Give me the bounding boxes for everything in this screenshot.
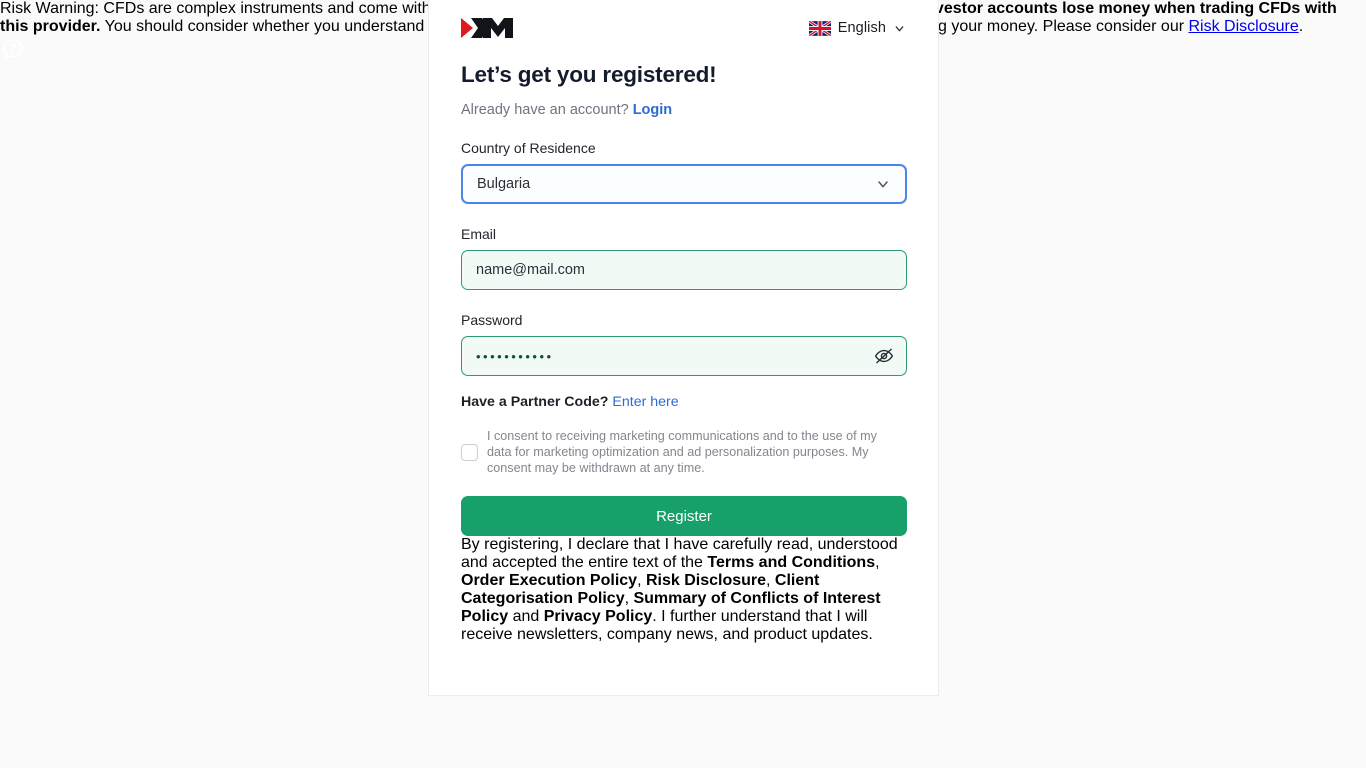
marketing-consent-label: I consent to receiving marketing communi… bbox=[487, 429, 877, 475]
legal-and: and bbox=[508, 608, 544, 625]
order-execution-policy-link[interactable]: Order Execution Policy bbox=[461, 572, 637, 589]
xm-logo[interactable] bbox=[461, 14, 525, 42]
partner-code-link[interactable]: Enter here bbox=[612, 394, 678, 410]
xm-logo-icon bbox=[461, 18, 513, 38]
partner-code-row: Have a Partner Code? Enter here bbox=[461, 394, 906, 410]
terms-and-conditions-link[interactable]: Terms and Conditions bbox=[707, 554, 875, 571]
password-label: Password bbox=[461, 312, 523, 328]
chevron-down-icon bbox=[895, 25, 904, 31]
country-selected-value: Bulgaria bbox=[477, 176, 531, 192]
question-chat-icon bbox=[2, 39, 24, 59]
password-value: ••••••••••• bbox=[476, 348, 554, 364]
marketing-consent-checkbox[interactable] bbox=[461, 443, 478, 461]
login-link[interactable]: Login bbox=[633, 102, 672, 118]
eye-off-icon[interactable] bbox=[874, 346, 894, 366]
country-field: Country of Residence Bulgaria bbox=[461, 140, 907, 204]
chevron-down-icon bbox=[878, 181, 888, 188]
legal-disclaimer: By registering, I declare that I have ca… bbox=[461, 536, 906, 644]
partner-code-question: Have a Partner Code? bbox=[461, 394, 609, 410]
risk-disclosure-footer-link[interactable]: Risk Disclosure bbox=[1189, 18, 1299, 35]
language-label: English bbox=[837, 20, 886, 36]
language-selector[interactable]: English bbox=[808, 20, 906, 36]
uk-flag-icon bbox=[808, 20, 831, 36]
email-input[interactable]: name@mail.com bbox=[461, 250, 907, 290]
legal-sep-3: , bbox=[766, 572, 775, 589]
privacy-policy-link[interactable]: Privacy Policy bbox=[544, 608, 653, 625]
password-input[interactable]: ••••••••••• bbox=[461, 336, 907, 376]
registration-page: English Let’s get you registered! Alread… bbox=[0, 0, 1366, 768]
legal-sep-1: , bbox=[875, 554, 880, 571]
login-prompt: Already have an account? Login bbox=[461, 102, 906, 118]
register-button[interactable]: Register bbox=[461, 496, 907, 536]
email-label: Email bbox=[461, 226, 497, 242]
login-prompt-text: Already have an account? bbox=[461, 102, 629, 118]
risk-warning-label: Risk Warning: bbox=[0, 0, 99, 17]
country-select[interactable]: Bulgaria bbox=[461, 164, 907, 204]
country-label: Country of Residence bbox=[461, 140, 596, 156]
page-title: Let’s get you registered! bbox=[461, 62, 717, 87]
registration-card: English Let’s get you registered! Alread… bbox=[428, 0, 939, 696]
card-header: English bbox=[461, 0, 906, 48]
email-field-group: Email name@mail.com bbox=[461, 226, 907, 290]
risk-disclosure-link[interactable]: Risk Disclosure bbox=[646, 572, 766, 589]
legal-sep-2: , bbox=[637, 572, 646, 589]
consent-row: I consent to receiving marketing communi… bbox=[461, 428, 906, 476]
email-value: name@mail.com bbox=[476, 262, 585, 278]
risk-warning-period: . bbox=[1298, 18, 1304, 35]
password-field-group: Password ••••••••••• bbox=[461, 312, 907, 376]
